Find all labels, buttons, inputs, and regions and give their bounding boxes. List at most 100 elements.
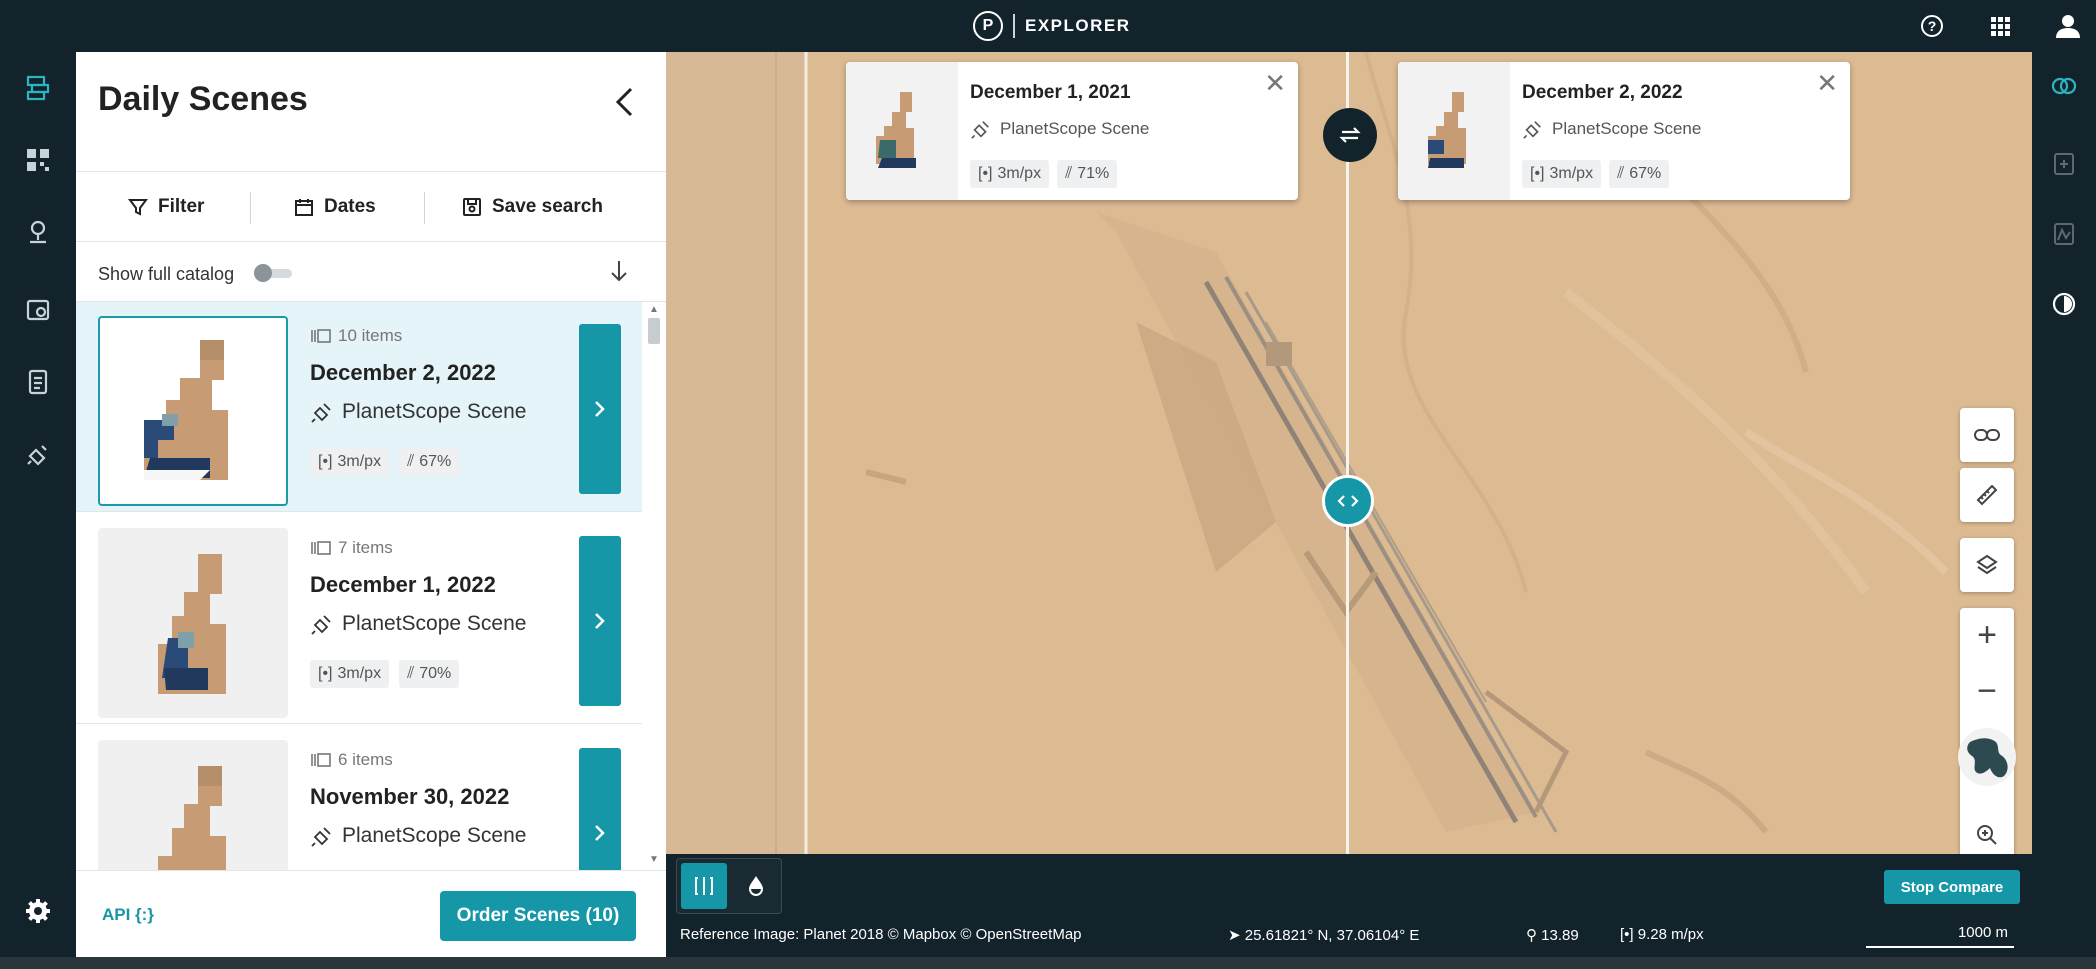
- chevron-right-icon: [595, 401, 605, 417]
- add-scene-icon[interactable]: [2048, 148, 2080, 180]
- show-full-catalog-toggle[interactable]: [254, 264, 294, 282]
- measure-button[interactable]: [1960, 468, 2014, 522]
- save-icon: [463, 198, 481, 216]
- resolution-icon: [•]: [978, 165, 993, 182]
- right-scene-satellite: PlanetScope Scene: [1522, 118, 1701, 140]
- api-link[interactable]: API {:}: [102, 905, 154, 925]
- droplet-icon: [749, 876, 763, 896]
- open-scene-button[interactable]: [579, 536, 621, 706]
- daily-scenes-panel: Daily Scenes Filter Dates Save search Sh…: [76, 52, 666, 957]
- left-scene-satellite: PlanetScope Scene: [970, 118, 1149, 140]
- cursor-coordinates: ➤ 25.61821° N, 37.06104° E: [1228, 926, 1419, 944]
- zoom-in-button[interactable]: +: [1960, 608, 2014, 662]
- cloud-cover-value: 70%: [419, 665, 452, 682]
- stack-icon: [311, 753, 331, 767]
- zoom-search-icon: [1977, 825, 1997, 845]
- apps-grid-icon[interactable]: [1986, 12, 2014, 40]
- open-scene-button[interactable]: [579, 748, 621, 870]
- scene-thumbnail: [98, 740, 288, 870]
- compare-divider[interactable]: [1346, 52, 1349, 854]
- globe-icon[interactable]: [1956, 726, 2018, 788]
- mosaic-icon[interactable]: [20, 142, 56, 178]
- time-adjust-icon[interactable]: [2048, 288, 2080, 320]
- scene-thumbnail: [98, 316, 288, 506]
- orders-icon[interactable]: [20, 364, 56, 400]
- cloud-cover-value: 67%: [1629, 165, 1662, 182]
- layers-button[interactable]: [1960, 538, 2014, 592]
- filter-button[interactable]: Filter: [128, 192, 204, 222]
- toolbar-divider: [250, 192, 251, 224]
- resolution-value: 3m/px: [337, 453, 382, 470]
- zoom-to-fit-button[interactable]: [1960, 808, 2014, 854]
- scroll-up-arrow[interactable]: ▲: [648, 304, 660, 316]
- open-scene-button[interactable]: [579, 324, 621, 494]
- spectral-icon[interactable]: [2048, 218, 2080, 250]
- swap-scenes-button[interactable]: [1323, 108, 1377, 162]
- close-icon[interactable]: ✕: [1816, 68, 1838, 99]
- toggle-knob: [254, 264, 272, 282]
- satellite-label: PlanetScope Scene: [342, 612, 527, 635]
- satellite-label: PlanetScope Scene: [342, 400, 527, 423]
- split-view-button[interactable]: [681, 863, 727, 909]
- top-bar: P EXPLORER ?: [0, 0, 2096, 52]
- cloud-cover-value: 67%: [419, 453, 452, 470]
- stack-icon: [311, 541, 331, 555]
- satellite-icon[interactable]: [20, 436, 56, 472]
- resolution-value: 3m/px: [997, 165, 1042, 182]
- layers-search-icon[interactable]: [20, 70, 56, 106]
- save-search-label: Save search: [492, 196, 603, 217]
- tasking-icon[interactable]: [20, 292, 56, 328]
- app-brand[interactable]: P EXPLORER: [973, 10, 1131, 42]
- item-count: 7 items: [310, 538, 393, 558]
- panel-title: Daily Scenes: [98, 80, 308, 118]
- scene-list-item[interactable]: 10 items December 2, 2022 PlanetScope Sc…: [76, 302, 642, 512]
- opacity-view-button[interactable]: [733, 863, 779, 909]
- toolbar-divider: [424, 192, 425, 224]
- close-icon[interactable]: ✕: [1264, 68, 1286, 99]
- sort-button[interactable]: [604, 256, 634, 286]
- resolution-chip: [•] 3m/px: [1522, 160, 1602, 188]
- scene-thumbnail: [98, 528, 288, 718]
- scene-list-item[interactable]: 7 items December 1, 2022 PlanetScope Sce…: [76, 514, 642, 724]
- left-satellite-label: PlanetScope Scene: [1000, 119, 1150, 138]
- scene-date: December 1, 2022: [310, 572, 496, 597]
- settings-gear-icon[interactable]: [22, 895, 54, 927]
- zoom-out-button[interactable]: −: [1960, 666, 2014, 716]
- item-count-label: 7 items: [338, 538, 393, 557]
- cloud-cover-icon: ⫽: [407, 665, 415, 682]
- help-icon[interactable]: ?: [1918, 12, 1946, 40]
- satellite-icon: [1523, 121, 1541, 139]
- user-icon[interactable]: [2054, 12, 2082, 40]
- dates-button[interactable]: Dates: [294, 192, 376, 222]
- scroll-down-arrow[interactable]: ▼: [648, 854, 660, 866]
- calendar-icon: [295, 199, 313, 216]
- scene-list-item[interactable]: 6 items November 30, 2022 PlanetScope Sc…: [76, 726, 642, 870]
- location-pin-icon[interactable]: [20, 214, 56, 250]
- satellite-icon: [971, 121, 989, 139]
- map-view[interactable]: December 1, 2021 PlanetScope Scene [•] 3m…: [666, 52, 2032, 854]
- catalog-toggle-row: Show full catalog: [76, 242, 666, 302]
- left-scene-date: December 1, 2021: [970, 82, 1131, 103]
- save-search-button[interactable]: Save search: [462, 192, 603, 222]
- compare-icon[interactable]: [2048, 70, 2080, 102]
- planet-logo: P: [973, 11, 1003, 41]
- layers-icon: [1976, 554, 1998, 575]
- share-link-button[interactable]: [1960, 408, 2014, 462]
- resolution-icon: [•]: [318, 453, 333, 470]
- filter-icon: [128, 199, 148, 216]
- collapse-panel-button[interactable]: [606, 82, 642, 122]
- cloud-cover-chip: ⫽ 67%: [1609, 160, 1670, 188]
- left-scene-metrics: [•] 3m/px ⫽ 71%: [970, 160, 1118, 188]
- scene-list-scrollbar[interactable]: ▲ ▼: [642, 302, 666, 870]
- scene-list: 10 items December 2, 2022 PlanetScope Sc…: [76, 302, 642, 870]
- compare-slider-handle[interactable]: [1322, 475, 1374, 527]
- scene-metrics: [•] 3m/px ⫽ 70%: [310, 660, 460, 688]
- resolution-icon: [•]: [1530, 165, 1545, 182]
- ruler-icon: [1976, 484, 1998, 506]
- scroll-thumb[interactable]: [648, 318, 660, 344]
- stop-compare-button[interactable]: Stop Compare: [1884, 870, 2020, 904]
- magnifier-icon: ⚲: [1526, 927, 1542, 944]
- order-scenes-button[interactable]: Order Scenes (10): [440, 891, 636, 941]
- resolution-value: 3m/px: [337, 665, 382, 682]
- map-attribution: Reference Image: Planet 2018 © Mapbox © …: [680, 926, 1082, 943]
